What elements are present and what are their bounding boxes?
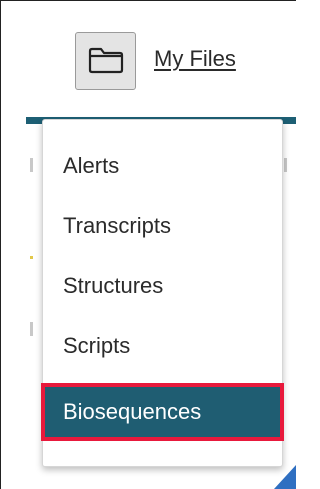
- background-fragment: [284, 158, 287, 172]
- my-files-dropdown-menu: Alerts Transcripts Structures Scripts Bi…: [41, 119, 284, 467]
- menu-item-scripts[interactable]: Scripts: [43, 317, 282, 375]
- background-fragment: [30, 158, 33, 172]
- corner-triangle-icon: [274, 465, 296, 489]
- folder-button[interactable]: [75, 32, 136, 90]
- folder-icon: [87, 44, 125, 79]
- background-fragment: [30, 256, 33, 259]
- menu-item-structures[interactable]: Structures: [43, 257, 282, 315]
- my-files-link[interactable]: My Files: [154, 44, 236, 74]
- menu-item-transcripts[interactable]: Transcripts: [43, 197, 282, 255]
- background-fragment: [30, 322, 33, 336]
- menu-item-alerts[interactable]: Alerts: [43, 137, 282, 195]
- menu-item-biosequences[interactable]: Biosequences: [41, 383, 284, 441]
